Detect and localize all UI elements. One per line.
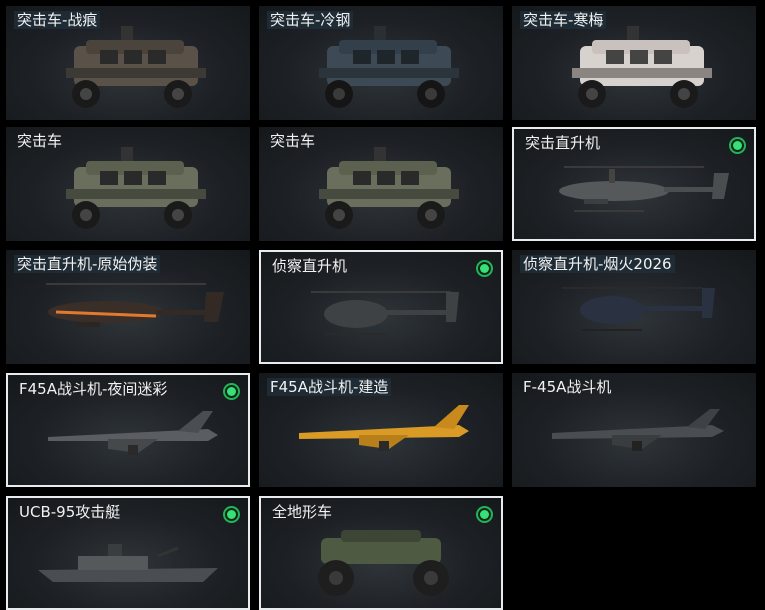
equipped-icon <box>223 506 240 523</box>
vehicle-card-attack-helicopter-camo[interactable]: 突击直升机-原始伪装 <box>6 250 250 364</box>
vehicle-label: F45A战斗机-建造 <box>267 378 392 396</box>
vehicle-card-f-45a-fighter[interactable]: F-45A战斗机 <box>512 373 756 487</box>
vehicle-label: F-45A战斗机 <box>523 378 612 396</box>
vehicle-card-attack-helicopter[interactable]: 突击直升机 <box>512 127 756 241</box>
vehicle-card-scout-helicopter-fireworks[interactable]: 侦察直升机-烟火2026 <box>512 250 756 364</box>
vehicle-label: 突击车-冷钢 <box>267 11 354 29</box>
vehicle-label: 突击车-战痕 <box>14 11 101 29</box>
vehicle-card-assault-car-2[interactable]: 突击车 <box>259 127 503 241</box>
vehicle-label: F45A战斗机-夜间迷彩 <box>19 380 168 398</box>
vehicle-card-ucb-95-attack-boat[interactable]: UCB-95攻击艇 <box>6 496 250 610</box>
vehicle-grid: 突击车-战痕 突击车-冷钢 突击车-寒梅 突击车 突击车 突击直升机 突击直升机… <box>0 0 765 610</box>
vehicle-label: 突击直升机-原始伪装 <box>14 255 161 273</box>
vehicle-label: 突击车 <box>17 132 63 150</box>
vehicle-card-assault-car-battle-scar[interactable]: 突击车-战痕 <box>6 6 250 120</box>
vehicle-label: 突击直升机 <box>525 134 601 152</box>
vehicle-label: 侦察直升机-烟火2026 <box>520 255 675 273</box>
vehicle-card-assault-car-cold-steel[interactable]: 突击车-冷钢 <box>259 6 503 120</box>
equipped-icon <box>476 260 493 277</box>
vehicle-card-assault-car[interactable]: 突击车 <box>6 127 250 241</box>
vehicle-label: 侦察直升机 <box>272 257 348 275</box>
vehicle-card-f45a-night-camo[interactable]: F45A战斗机-夜间迷彩 <box>6 373 250 487</box>
vehicle-label: 突击车 <box>270 132 316 150</box>
vehicle-label: 全地形车 <box>272 503 333 521</box>
vehicle-card-assault-car-plum[interactable]: 突击车-寒梅 <box>512 6 756 120</box>
vehicle-card-f45a-construction[interactable]: F45A战斗机-建造 <box>259 373 503 487</box>
vehicle-card-atv[interactable]: 全地形车 <box>259 496 503 610</box>
equipped-icon <box>476 506 493 523</box>
vehicle-card-scout-helicopter[interactable]: 侦察直升机 <box>259 250 503 364</box>
equipped-icon <box>223 383 240 400</box>
vehicle-label: 突击车-寒梅 <box>520 11 607 29</box>
equipped-icon <box>729 137 746 154</box>
vehicle-label: UCB-95攻击艇 <box>19 503 121 521</box>
